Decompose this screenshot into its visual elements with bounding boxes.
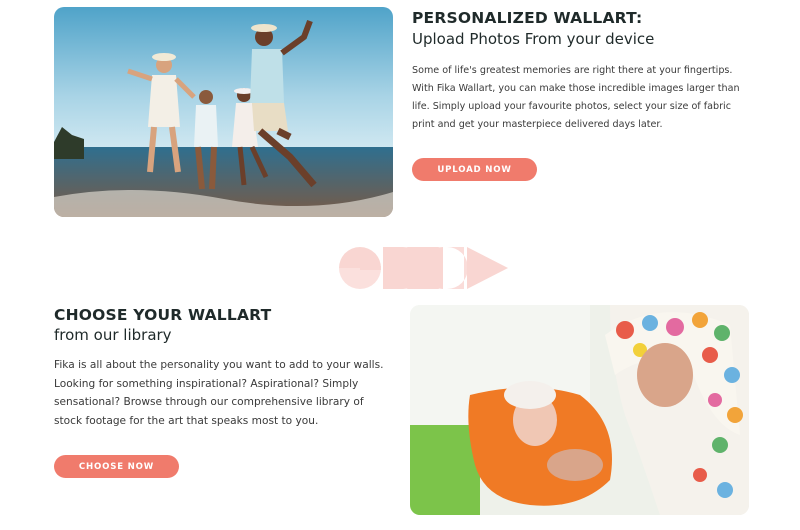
upload-now-button[interactable]: UPLOAD NOW (412, 158, 537, 181)
mother-and-baby-photo (410, 305, 749, 515)
upload-section-title: PERSONALIZED WALLART: (412, 9, 643, 27)
decorative-geometric-logo-icon (339, 247, 508, 289)
library-section-title: CHOOSE YOUR WALLART (54, 306, 272, 324)
choose-now-button[interactable]: CHOOSE NOW (54, 455, 179, 478)
upload-section-subtitle: Upload Photos From your device (412, 30, 655, 48)
library-section-description: Fika is all about the personality you wa… (54, 359, 384, 427)
library-section-subtitle: from our library (54, 326, 172, 344)
upload-section-description: Some of life's greatest memories are rig… (412, 65, 740, 130)
family-beach-photo (54, 7, 393, 217)
